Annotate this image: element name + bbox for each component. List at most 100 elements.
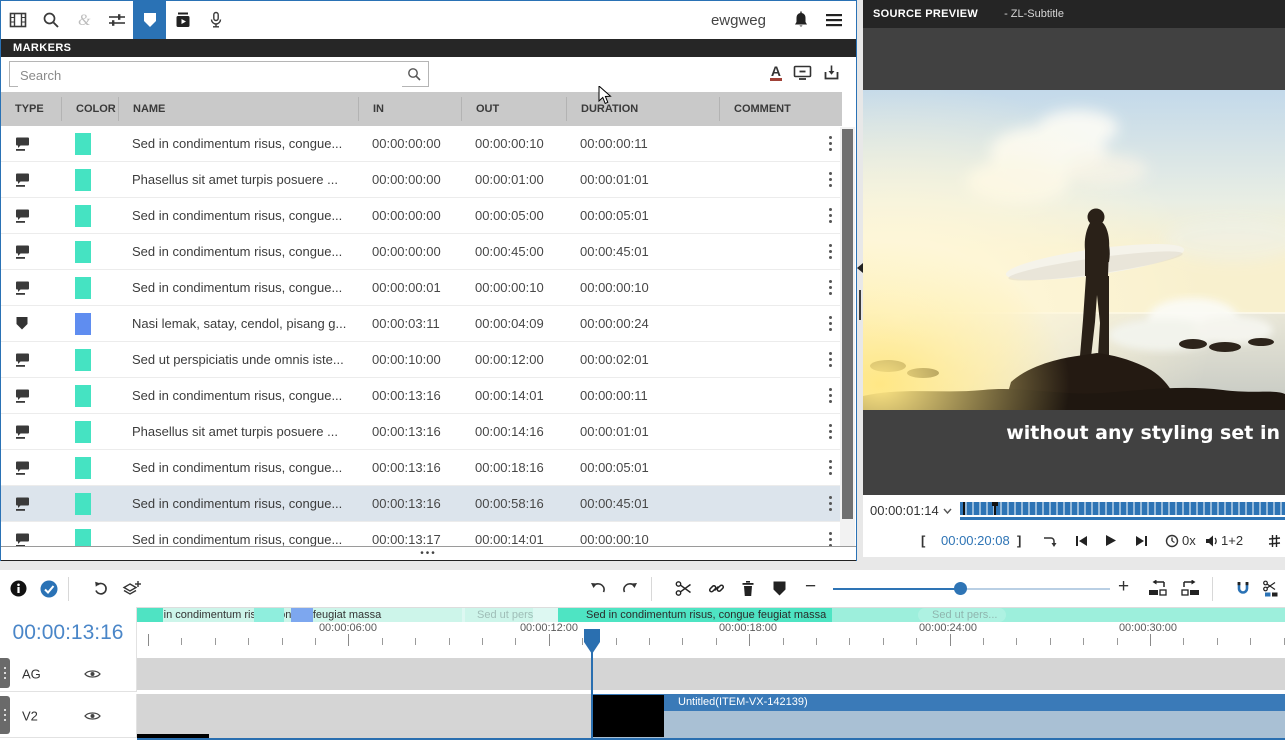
cut-icon[interactable] xyxy=(675,580,692,597)
table-row[interactable]: Sed in condimentum risus, congue... 00:0… xyxy=(1,378,842,414)
main-menu-button[interactable] xyxy=(817,1,850,39)
col-type[interactable]: TYPE xyxy=(1,97,61,121)
scrub-in-point[interactable] xyxy=(963,502,965,515)
zoom-in-button[interactable]: + xyxy=(1118,576,1129,598)
zoom-slider-handle[interactable] xyxy=(954,582,967,595)
timeline-marker-block[interactable]: Sed ut pers... xyxy=(465,608,533,622)
export-tab[interactable] xyxy=(166,1,199,39)
redo-button[interactable] xyxy=(622,580,638,595)
col-in[interactable]: IN xyxy=(358,97,461,121)
row-menu-kebab[interactable] xyxy=(827,386,834,405)
insert-track-left-icon[interactable] xyxy=(1148,580,1167,597)
audio-channels-icon[interactable] xyxy=(1205,534,1219,548)
row-menu-kebab[interactable] xyxy=(827,458,834,477)
row-menu-kebab[interactable] xyxy=(827,314,834,333)
splitter-grip[interactable] xyxy=(859,290,861,320)
link-icon[interactable] xyxy=(708,580,725,597)
row-color-cell[interactable] xyxy=(61,234,118,269)
row-color-cell[interactable] xyxy=(61,270,118,305)
razor-split-icon[interactable] xyxy=(1262,580,1280,598)
ruler-ticks[interactable] xyxy=(137,634,1285,647)
font-style-icon[interactable]: A xyxy=(770,64,782,81)
search-icon[interactable] xyxy=(407,67,422,82)
table-row[interactable]: Nasi lemak, satay, cendol, pisang g... 0… xyxy=(1,306,842,342)
track-drag-handle[interactable] xyxy=(0,696,10,734)
row-color-cell[interactable] xyxy=(61,378,118,413)
video-clip[interactable]: Untitled(ITEM-VX-142139) xyxy=(592,694,1285,738)
insert-track-right-icon[interactable] xyxy=(1181,580,1200,597)
row-menu-kebab[interactable] xyxy=(827,206,834,225)
col-out[interactable]: OUT xyxy=(461,97,566,121)
panel-resize-handle[interactable]: ••• xyxy=(1,546,856,561)
notifications-button[interactable] xyxy=(784,1,817,39)
undo-button[interactable] xyxy=(590,580,606,595)
table-row[interactable]: Phasellus sit amet turpis posuere ... 00… xyxy=(1,414,842,450)
monitor-remove-icon[interactable] xyxy=(793,64,812,81)
row-color-cell[interactable] xyxy=(61,162,118,197)
next-frame-button[interactable] xyxy=(1135,535,1148,547)
row-menu-kebab[interactable] xyxy=(827,494,834,513)
media-bin-tab[interactable] xyxy=(1,1,34,39)
jump-to-icon[interactable] xyxy=(1043,535,1057,548)
timeline-marker-block[interactable] xyxy=(254,608,284,622)
col-name[interactable]: NAME xyxy=(118,97,358,121)
playhead-handle[interactable] xyxy=(583,628,601,655)
track-header-v2[interactable]: V2 xyxy=(0,694,137,738)
timeline-marker-block[interactable] xyxy=(291,608,313,622)
col-duration[interactable]: DURATION xyxy=(566,97,719,121)
table-row[interactable]: Sed in condimentum risus, congue... 00:0… xyxy=(1,234,842,270)
row-color-cell[interactable] xyxy=(61,486,118,521)
zoom-slider[interactable] xyxy=(833,588,1110,590)
table-row[interactable]: Sed in condimentum risus, congue... 00:0… xyxy=(1,126,842,162)
settings-tab[interactable] xyxy=(100,1,133,39)
playhead-line[interactable] xyxy=(591,652,593,740)
preview-timecode-dropdown[interactable]: 00:00:01:14 xyxy=(870,503,952,518)
row-color-cell[interactable] xyxy=(61,450,118,485)
timeline-marker-block[interactable] xyxy=(137,608,163,622)
markers-tab[interactable] xyxy=(133,1,166,39)
search-input[interactable] xyxy=(18,63,402,87)
track-lane-v2[interactable]: Untitled(ITEM-VX-142139) xyxy=(137,694,1285,738)
effects-tab[interactable]: & xyxy=(67,1,100,39)
play-button[interactable] xyxy=(1105,534,1117,547)
refresh-icon[interactable] xyxy=(92,580,109,597)
add-layer-icon[interactable] xyxy=(122,580,141,598)
snap-magnet-icon[interactable] xyxy=(1234,580,1252,598)
import-box-icon[interactable] xyxy=(823,64,840,81)
table-scrollbar[interactable] xyxy=(840,127,855,546)
row-menu-kebab[interactable] xyxy=(827,350,834,369)
voice-over-tab[interactable] xyxy=(199,1,232,39)
preview-viewport[interactable]: without any styling set in xyxy=(863,28,1285,495)
timeline-marker-block[interactable]: Sed in condimentum risus, congue feugiat… xyxy=(558,608,832,622)
preview-scrub-bar[interactable] xyxy=(960,502,1285,515)
search-tab[interactable] xyxy=(34,1,67,39)
table-row[interactable]: Phasellus sit amet turpis posuere ... 00… xyxy=(1,162,842,198)
row-menu-kebab[interactable] xyxy=(827,278,834,297)
track-drag-handle[interactable] xyxy=(0,658,10,688)
add-marker-icon[interactable] xyxy=(772,580,787,597)
zoom-out-button[interactable]: − xyxy=(805,576,816,598)
table-row[interactable]: Sed in condimentum risus, congue... 00:0… xyxy=(1,486,842,522)
sharp-settings-icon[interactable] xyxy=(1268,534,1281,548)
mark-duration-timecode[interactable]: 00:00:20:08 xyxy=(941,533,1010,548)
prev-frame-button[interactable] xyxy=(1075,535,1088,547)
track-header-ag[interactable]: AG xyxy=(0,656,137,692)
table-row[interactable]: Sed in condimentum risus, congue... 00:0… xyxy=(1,270,842,306)
mark-out-button[interactable]: ] xyxy=(1017,533,1021,548)
timeline-timecode[interactable]: 00:00:13:16 xyxy=(0,607,137,658)
playback-speed-icon[interactable] xyxy=(1165,534,1179,548)
row-menu-kebab[interactable] xyxy=(827,242,834,261)
track-lane-ag[interactable] xyxy=(137,658,1285,690)
track-visibility-eye-icon[interactable] xyxy=(84,710,101,721)
scrub-playhead[interactable] xyxy=(994,502,996,515)
table-row[interactable]: Sed in condimentum risus, congue... 00:0… xyxy=(1,198,842,234)
info-button[interactable] xyxy=(10,580,27,597)
approve-button[interactable] xyxy=(40,580,58,598)
col-comment[interactable]: COMMENT xyxy=(719,97,842,121)
col-color[interactable]: COLOR xyxy=(61,97,118,121)
table-row[interactable]: Sed ut perspiciatis unde omnis iste... 0… xyxy=(1,342,842,378)
row-color-cell[interactable] xyxy=(61,306,118,341)
row-menu-kebab[interactable] xyxy=(827,134,834,153)
row-color-cell[interactable] xyxy=(61,198,118,233)
track-visibility-eye-icon[interactable] xyxy=(84,668,101,679)
